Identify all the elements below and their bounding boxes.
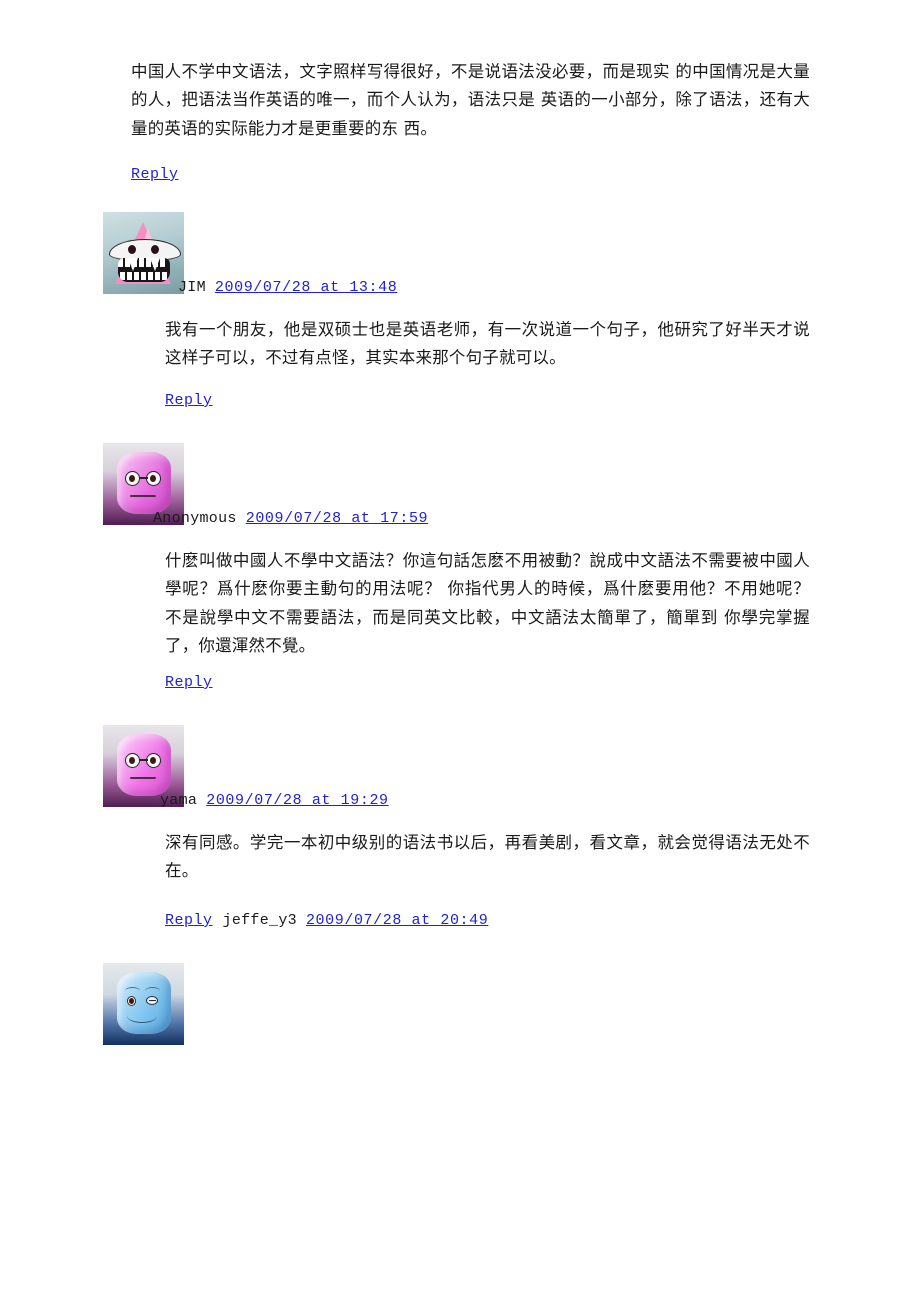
right-lens-icon xyxy=(146,753,161,768)
comment-thread-page: 中国人不学中文语法，文字照样写得很好，不是说语法没必要，而是现实 的中国情况是大… xyxy=(0,0,920,1301)
monster-left-eye-icon xyxy=(128,245,136,254)
monster-right-fang-icon xyxy=(150,258,160,271)
comment-item-anonymous: Anonymous 2009/07/28 at 17:59 什麽叫做中國人不學中文… xyxy=(0,443,920,691)
comment-meta: Anonymous 2009/07/28 at 17:59 xyxy=(153,510,428,527)
comment-date-link[interactable]: 2009/07/28 at 19:29 xyxy=(206,792,388,809)
monster-upper-teeth-icon xyxy=(118,258,170,267)
comment-author: Anonymous xyxy=(153,510,237,527)
comment-body: 我有一个朋友，他是双硕士也是英语老师，有一次说道一个句子，他研究了好半天才说这样… xyxy=(165,320,810,368)
tail-reply-row: Reply jeffe_y3 2009/07/28 at 20:49 xyxy=(165,911,488,929)
face-head-icon xyxy=(117,972,171,1034)
comment-body: 深有同感。学完一本初中级别的语法书以后，再看美剧，看文章，就会觉得语法无处不在。 xyxy=(165,833,810,881)
comment-reply-link[interactable]: Reply xyxy=(165,392,213,409)
left-eyebrow-icon xyxy=(125,987,140,995)
monster-mouth-icon xyxy=(118,258,170,282)
glasses-bridge-icon xyxy=(139,759,148,761)
comment-header: JIM 2009/07/28 at 13:48 xyxy=(0,212,920,298)
right-pupil-icon xyxy=(150,757,156,764)
monster-right-eye-icon xyxy=(151,245,159,254)
flat-mouth-icon xyxy=(130,777,156,779)
comment-body: 什麽叫做中國人不學中文語法？你這句話怎麽不用被動？說成中文語法不需要被中國人學呢… xyxy=(165,551,810,656)
left-pupil-icon xyxy=(129,757,135,764)
right-lens-icon xyxy=(146,471,161,486)
glasses-icon xyxy=(125,753,163,768)
comment-date-link[interactable]: 2009/07/28 at 13:48 xyxy=(215,279,397,296)
monster-lower-teeth-icon xyxy=(120,272,168,280)
right-eyebrow-icon xyxy=(145,987,160,995)
root-comment-reply-link[interactable]: Reply xyxy=(131,166,179,183)
avatar xyxy=(103,212,184,294)
comment-author: JIM xyxy=(178,279,206,296)
comment-item-jim: JIM 2009/07/28 at 13:48 我有一个朋友，他是双硕士也是英语老… xyxy=(0,212,920,409)
right-pupil-icon xyxy=(150,475,156,482)
comment-item-yama: yama 2009/07/28 at 19:29 深有同感。学完一本初中级别的语法… xyxy=(0,725,920,880)
tail-date-link[interactable]: 2009/07/28 at 20:49 xyxy=(306,912,488,929)
glasses-bridge-icon xyxy=(139,477,148,479)
comment-author: yama xyxy=(160,792,198,809)
tail-reply-link[interactable]: Reply xyxy=(165,912,213,929)
comment-date-link[interactable]: 2009/07/28 at 17:59 xyxy=(246,510,428,527)
comment-meta: JIM 2009/07/28 at 13:48 xyxy=(178,279,397,296)
comment-header: Anonymous 2009/07/28 at 17:59 xyxy=(0,443,920,529)
comment-header: yama 2009/07/28 at 19:29 xyxy=(0,725,920,811)
avatar xyxy=(103,963,184,1045)
left-lens-icon xyxy=(125,471,140,486)
comment-meta: yama 2009/07/28 at 19:29 xyxy=(160,792,389,809)
monster-left-fang-icon xyxy=(128,258,138,271)
flat-mouth-icon xyxy=(130,495,156,497)
left-pupil-icon xyxy=(129,475,135,482)
tail-author: jeffe_y3 xyxy=(222,912,297,929)
smile-mouth-icon xyxy=(127,1009,157,1023)
open-eye-icon xyxy=(127,996,136,1006)
root-comment-body: 中国人不学中文语法，文字照样写得很好，不是说语法没必要，而是现实 的中国情况是大… xyxy=(131,62,810,138)
winking-eye-icon xyxy=(146,996,158,1005)
glasses-icon xyxy=(125,471,163,486)
comment-reply-link[interactable]: Reply xyxy=(165,674,213,691)
left-lens-icon xyxy=(125,753,140,768)
open-eye-pupil-icon xyxy=(129,998,134,1004)
